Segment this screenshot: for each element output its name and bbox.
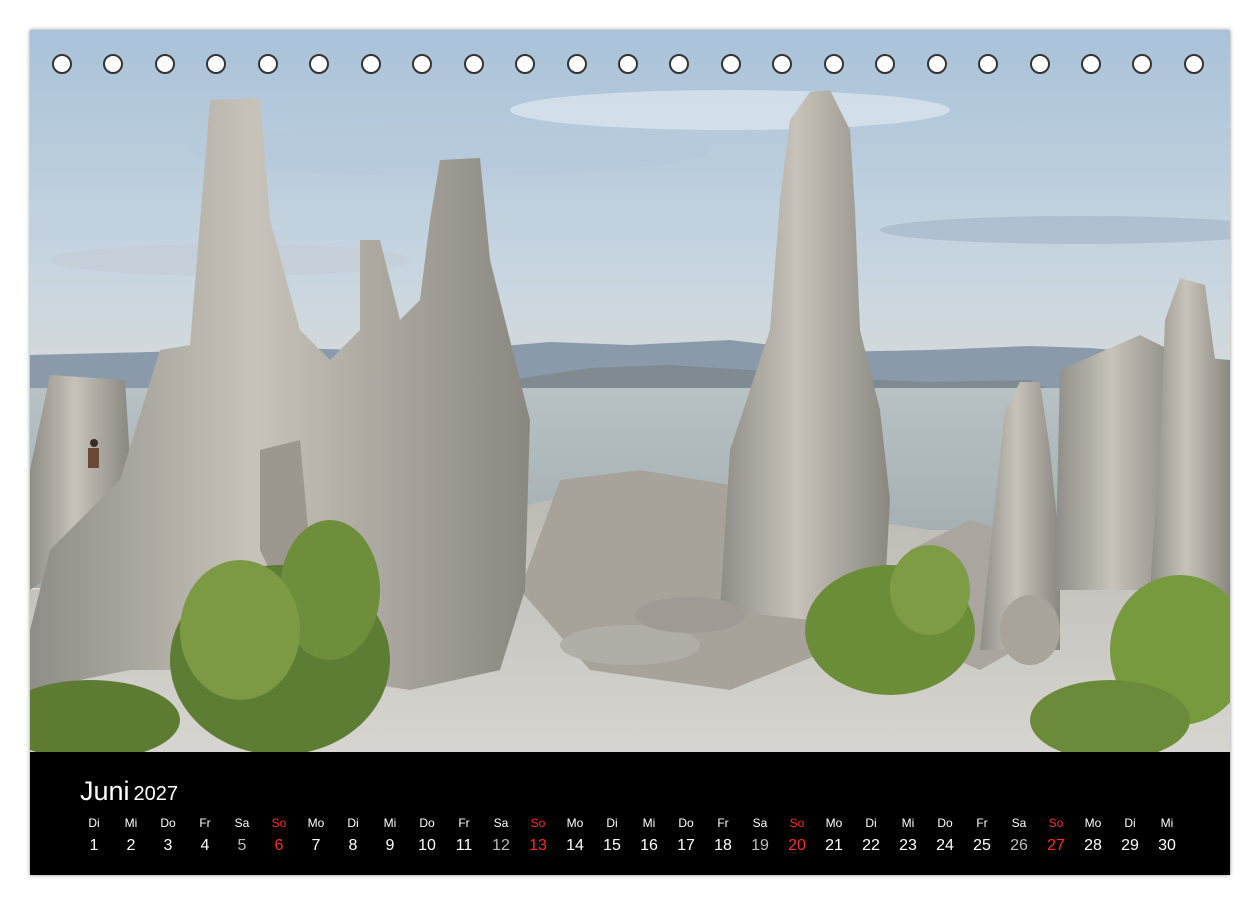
day-number: 9 — [385, 837, 395, 854]
day-number: 22 — [862, 837, 880, 854]
weekday-label: Di — [347, 816, 359, 830]
day-number: 19 — [751, 837, 769, 854]
binding-hole — [1029, 54, 1050, 74]
weekday-label: Di — [606, 816, 618, 830]
weekday-label: Fr — [976, 816, 988, 830]
calendar-page: Juni 2027 Di 1 Mi 2 Do 3 Fr 4 Sa 5 So 6 Mo 7 Di 8 Mi 9 Do 10… — [30, 30, 1230, 875]
weekday-label: Mi — [124, 816, 138, 830]
binding-hole — [720, 54, 741, 74]
weekday-label: Fr — [717, 816, 729, 830]
day-number: 5 — [237, 837, 247, 854]
weekday-label: So — [271, 816, 287, 830]
weekday-label: Mi — [383, 816, 397, 830]
day-number: 10 — [418, 837, 436, 854]
day-number: 14 — [566, 837, 584, 854]
binding-hole — [823, 54, 844, 74]
tufa-towers-lake-photo — [30, 30, 1230, 752]
weekday-label: Mo — [825, 816, 843, 830]
weekday-label: So — [789, 816, 805, 830]
weekday-label: Mo — [1084, 816, 1102, 830]
binding-hole — [1183, 54, 1204, 74]
binding-hole — [669, 54, 690, 74]
binding-hole — [926, 54, 947, 74]
weekday-label: Mi — [642, 816, 656, 830]
weekday-label: Sa — [752, 816, 768, 830]
weekday-label: Mi — [901, 816, 915, 830]
binding-hole — [309, 54, 330, 74]
year: 2027 — [133, 783, 179, 805]
day-number: 24 — [936, 837, 954, 854]
day-number: 1 — [89, 837, 99, 854]
weekday-label: Do — [937, 816, 953, 830]
weekday-label: Do — [419, 816, 435, 830]
day-number: 8 — [348, 837, 358, 854]
calendar-band: Juni 2027 Di 1 Mi 2 Do 3 Fr 4 Sa 5 So 6 Mo 7 Di 8 Mi 9 Do 10… — [30, 752, 1230, 875]
day-number: 27 — [1047, 837, 1065, 854]
weekday-label: Di — [1124, 816, 1136, 830]
binding-hole — [978, 54, 999, 74]
weekday-label: So — [1048, 816, 1064, 830]
weekday-label: Sa — [493, 816, 509, 830]
binding-hole — [566, 54, 587, 74]
weekday-label: Do — [160, 816, 176, 830]
day-number: 29 — [1121, 837, 1139, 854]
day-number: 4 — [200, 837, 210, 854]
weekday-label: Mi — [1160, 816, 1174, 830]
month-title: Juni 2027 — [80, 776, 178, 807]
weekday-label: Mo — [307, 816, 325, 830]
day-number: 2 — [126, 837, 136, 854]
weekday-label: Fr — [199, 816, 211, 830]
day-number: 17 — [677, 837, 695, 854]
day-number: 20 — [788, 837, 806, 854]
weekday-label: Fr — [458, 816, 470, 830]
binding-hole — [772, 54, 793, 74]
month-name: Juni — [80, 776, 130, 806]
day-number: 11 — [455, 837, 473, 854]
binding-hole — [1132, 54, 1153, 74]
day-grid: Di 1 Mi 2 Do 3 Fr 4 Sa 5 So 6 Mo 7 Di 8 Mi 9 Do 10 Fr 11 Sa 12 S… — [30, 816, 1230, 866]
weekday-label: So — [530, 816, 546, 830]
day-number: 25 — [973, 837, 991, 854]
day-number: 13 — [529, 837, 547, 854]
weekday-label: Do — [678, 816, 694, 830]
day-number: 3 — [163, 837, 173, 854]
day-number: 16 — [640, 837, 658, 854]
weekday-label: Mo — [566, 816, 584, 830]
binding-holes — [30, 54, 1230, 80]
binding-hole — [206, 54, 227, 74]
binding-hole — [515, 54, 536, 74]
day-number: 23 — [899, 837, 917, 854]
day-number: 12 — [492, 837, 510, 854]
binding-hole — [412, 54, 433, 74]
weekday-label: Sa — [234, 816, 250, 830]
day-number: 30 — [1158, 837, 1176, 854]
binding-hole — [103, 54, 124, 74]
weekday-label: Di — [865, 816, 877, 830]
binding-hole — [52, 54, 72, 74]
binding-hole — [1081, 54, 1101, 74]
binding-hole — [875, 54, 896, 74]
day-number: 7 — [311, 837, 321, 854]
day-number: 28 — [1084, 837, 1102, 854]
weekday-label: Sa — [1011, 816, 1027, 830]
binding-hole — [360, 54, 381, 74]
binding-hole — [617, 54, 638, 74]
day-number: 18 — [714, 837, 732, 854]
binding-hole — [154, 54, 175, 74]
binding-hole — [463, 54, 484, 74]
day-number: 15 — [603, 837, 621, 854]
weekday-label: Di — [88, 816, 100, 830]
day-number: 26 — [1010, 837, 1028, 854]
day-number: 21 — [825, 837, 843, 854]
binding-hole — [257, 54, 278, 74]
day-number: 6 — [274, 837, 284, 854]
